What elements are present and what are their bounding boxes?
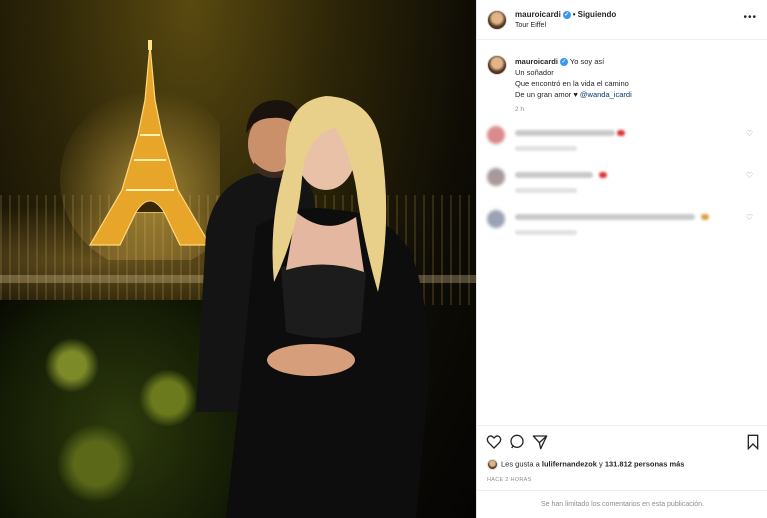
author-avatar[interactable] [487, 10, 507, 30]
caption-line-2: Un soñador [515, 68, 554, 77]
share-icon[interactable] [531, 434, 549, 452]
caption-text: mauroicardi ✓ Yo soy así Un soñador Que e… [515, 56, 755, 100]
bookmark-icon[interactable] [744, 434, 762, 452]
liker-avatar[interactable] [487, 459, 498, 470]
comment-item: ♡ [487, 126, 757, 162]
comment-like-icon[interactable]: ♡ [746, 213, 753, 222]
caption-line-4: De un gran amor ♥ [515, 90, 578, 99]
comment-text-blurred [515, 172, 593, 178]
comment-item: ♡ [487, 210, 757, 246]
liker-username[interactable]: lulifernandezok [542, 459, 597, 468]
caption-username[interactable]: mauroicardi [515, 57, 558, 66]
caption-line-3: Que encontró en la vida el camino [515, 79, 629, 88]
caption-avatar[interactable] [487, 55, 507, 75]
post-timestamp: HACE 2 HORAS [487, 477, 532, 483]
author-line: mauroicardi ✓ • Siguiendo [515, 10, 616, 19]
following-button[interactable]: Siguiendo [578, 10, 617, 19]
comment-meta-blurred [515, 230, 577, 235]
post-header: mauroicardi ✓ • Siguiendo Tour Eiffel ••• [477, 0, 767, 40]
post-photo[interactable] [0, 0, 476, 518]
comment-like-icon[interactable]: ♡ [746, 129, 753, 138]
location-link[interactable]: Tour Eiffel [515, 22, 546, 29]
caption-line-1: Yo soy así [569, 57, 605, 66]
comments-limited-notice: Se han limitado los comentarios en esta … [477, 490, 767, 518]
more-options-icon[interactable]: ••• [743, 12, 757, 23]
comment-item: ♡ [487, 168, 757, 204]
author-username[interactable]: mauroicardi [515, 10, 561, 19]
mention-link[interactable]: @wanda_icardi [580, 90, 632, 99]
comment-meta-blurred [515, 188, 577, 193]
comment-emoji-blurred [617, 130, 625, 136]
comment-text-blurred [515, 214, 695, 220]
verified-badge-icon: ✓ [559, 58, 568, 67]
likes-count[interactable]: 131.812 personas más [605, 459, 685, 468]
comment-avatar [487, 126, 505, 144]
verified-badge-icon: ✓ [562, 10, 571, 19]
separator-dot: • [572, 10, 576, 19]
comment-avatar [487, 210, 505, 228]
couple-figure [196, 96, 429, 518]
heart-icon[interactable] [485, 434, 503, 452]
comment-emoji-blurred [701, 214, 709, 220]
post-sidebar: mauroicardi ✓ • Siguiendo Tour Eiffel ••• m… [476, 0, 767, 518]
caption-timestamp: 2 h [515, 106, 525, 113]
likes-middle: y [598, 459, 603, 469]
comment-icon[interactable] [508, 434, 526, 452]
comment-meta-blurred [515, 146, 577, 151]
comment-avatar [487, 168, 505, 186]
likes-prefix: Les gusta a [501, 459, 540, 469]
likes-summary: Les gusta a lulifernandezok y 131.812 pe… [487, 459, 684, 470]
comment-text-blurred [515, 130, 615, 136]
action-bar [477, 425, 767, 459]
comment-emoji-blurred [599, 172, 607, 178]
comment-like-icon[interactable]: ♡ [746, 171, 753, 180]
